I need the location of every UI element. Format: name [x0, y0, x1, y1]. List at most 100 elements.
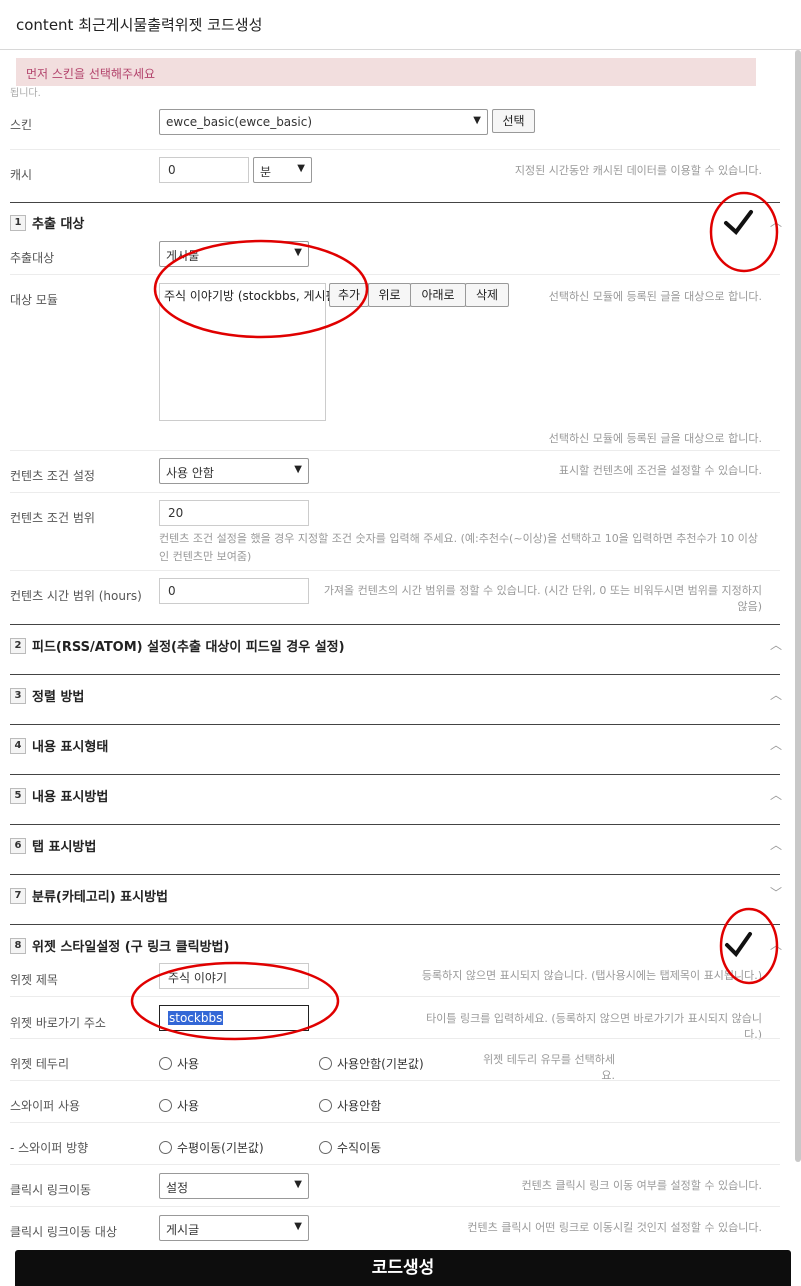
range-help: 컨텐츠 조건 설정을 했을 경우 지정할 조건 숫자를 입력해 주세요. (예:… [159, 532, 758, 563]
section-number: 6 [10, 837, 26, 854]
module-help: 선택하신 모듈에 등록된 글을 대상으로 합니다. [548, 290, 762, 303]
list-item[interactable]: 주식 이야기방 (stockbbs, 게시판) [160, 284, 341, 307]
section-number: 8 [10, 937, 26, 954]
click-target-label: 클릭시 링크이동 대상 [10, 1225, 117, 1239]
page-title: content 최근게시물출력위젯 코드생성 [16, 16, 263, 34]
target-select-value: 게시물 [166, 249, 200, 263]
section-title: 추출 대상 [32, 217, 85, 232]
radio-label: 사용 [177, 1057, 200, 1071]
section-2-header[interactable]: 2 피드(RSS/ATOM) 설정(추출 대상이 피드일 경우 설정) [10, 636, 345, 655]
section-1-header[interactable]: 1 추출 대상 [10, 213, 84, 232]
alert-message: 먼저 스킨을 선택해주세요 [16, 58, 756, 86]
skin-select[interactable]: ewce_basic(ewce_basic) ▼ [159, 109, 488, 135]
chevron-up-icon[interactable]: ︿ [770, 736, 782, 753]
click-link-label: 클릭시 링크이동 [10, 1183, 92, 1197]
swiper-direction-label: - 스와이퍼 방향 [10, 1141, 89, 1155]
swiper-vertical-radio[interactable]: 수직이동 [319, 1139, 381, 1156]
click-link-select[interactable]: 설정 ▼ [159, 1173, 309, 1199]
chevron-up-icon[interactable]: ︿ [770, 936, 782, 953]
radio-label: 사용안함 [337, 1099, 382, 1113]
section-number: 1 [10, 214, 26, 231]
border-help: 위젯 테두리 유무를 선택하세요. [483, 1053, 615, 1082]
section-title: 내용 표시방법 [32, 790, 109, 805]
skin-label: 스킨 [10, 118, 33, 132]
chevron-down-icon: ▼ [297, 163, 305, 174]
range-label: 컨텐츠 조건 범위 [10, 511, 95, 525]
chevron-down-icon[interactable]: ﹀ [770, 884, 782, 901]
section-8-header[interactable]: 8 위젯 스타일설정 (구 링크 클릭방법) [10, 936, 229, 955]
cache-help: 지정된 시간동안 캐시된 데이터를 이용할 수 있습니다. [514, 164, 762, 177]
module-delete-button[interactable]: 삭제 [465, 283, 509, 307]
border-nouse-radio[interactable]: 사용안함(기본값) [319, 1055, 424, 1072]
swiper-nouse-radio[interactable]: 사용안함 [319, 1097, 381, 1114]
swiper-label: 스와이퍼 사용 [10, 1099, 81, 1113]
click-target-select[interactable]: 게시글 ▼ [159, 1215, 309, 1241]
click-link-value: 설정 [166, 1181, 189, 1195]
section-title: 정렬 방법 [32, 690, 85, 705]
widget-title-label: 위젯 제목 [10, 973, 58, 987]
border-label: 위젯 테두리 [10, 1057, 70, 1071]
module-help-secondary: 선택하신 모듈에 등록된 글을 대상으로 합니다. [548, 432, 762, 445]
target-label: 추출대상 [10, 251, 55, 265]
skin-select-button[interactable]: 선택 [492, 109, 535, 133]
widget-title-input[interactable]: 주식 이야기 [159, 963, 309, 989]
range-input[interactable]: 20 [159, 500, 309, 526]
cut-off-text: 됩니다. [10, 88, 41, 99]
section-title: 위젯 스타일설정 (구 링크 클릭방법) [32, 940, 230, 955]
chevron-down-icon: ▼ [473, 115, 481, 126]
section-4-header[interactable]: 4 내용 표시형태 [10, 736, 108, 755]
chevron-up-icon[interactable]: ︿ [770, 213, 782, 230]
section-number: 5 [10, 787, 26, 804]
section-title: 피드(RSS/ATOM) 설정(추출 대상이 피드일 경우 설정) [32, 640, 345, 655]
border-use-radio[interactable]: 사용 [159, 1055, 199, 1072]
annotation-circle [709, 191, 779, 273]
chevron-down-icon: ▼ [294, 1179, 302, 1190]
click-target-value: 게시글 [166, 1223, 200, 1237]
chevron-up-icon[interactable]: ︿ [770, 686, 782, 703]
module-listbox[interactable]: 주식 이야기방 (stockbbs, 게시판) [159, 283, 341, 421]
module-label: 대상 모듈 [10, 293, 58, 307]
skin-select-value: ewce_basic(ewce_basic) [166, 115, 313, 129]
cache-unit-select[interactable]: 분 ▼ [253, 157, 312, 183]
chevron-down-icon: ▼ [294, 1221, 302, 1232]
click-target-help: 컨텐츠 클릭시 어떤 링크로 이동시킬 것인지 설정할 수 있습니다. [467, 1221, 762, 1234]
widget-link-label: 위젯 바로가기 주소 [10, 1016, 106, 1030]
checkmark-icon [724, 210, 753, 235]
widget-title-help: 등록하지 않으면 표시되지 않습니다. (탭사용시에는 탭제목이 표시됩니다.) [421, 969, 762, 982]
radio-label: 사용 [177, 1099, 200, 1113]
radio-label: 수평이동(기본값) [177, 1141, 264, 1155]
section-title: 분류(카테고리) 표시방법 [32, 890, 169, 905]
selected-text: stockbbs [168, 1011, 224, 1025]
widget-link-input[interactable]: stockbbs [159, 1005, 309, 1031]
section-5-header[interactable]: 5 내용 표시방법 [10, 786, 108, 805]
section-number: 2 [10, 637, 26, 654]
scrollbar[interactable] [795, 50, 801, 1162]
section-7-header[interactable]: 7 분류(카테고리) 표시방법 [10, 886, 168, 905]
condition-help: 표시할 컨텐츠에 조건을 설정할 수 있습니다. [558, 464, 762, 477]
module-add-button[interactable]: 추가 [329, 283, 369, 307]
swiper-horizontal-radio[interactable]: 수평이동(기본값) [159, 1139, 264, 1156]
section-number: 7 [10, 887, 26, 904]
time-input[interactable]: 0 [159, 578, 309, 604]
chevron-up-icon[interactable]: ︿ [770, 836, 782, 853]
radio-label: 사용안함(기본값) [337, 1057, 424, 1071]
chevron-up-icon[interactable]: ︿ [770, 786, 782, 803]
condition-label: 컨텐츠 조건 설정 [10, 469, 95, 483]
section-title: 탭 표시방법 [32, 840, 97, 855]
section-3-header[interactable]: 3 정렬 방법 [10, 686, 84, 705]
swiper-use-radio[interactable]: 사용 [159, 1097, 199, 1114]
condition-select-value: 사용 안함 [166, 466, 214, 480]
cache-label: 캐시 [10, 168, 33, 182]
section-number: 3 [10, 687, 26, 704]
section-title: 내용 표시형태 [32, 740, 109, 755]
generate-code-button[interactable]: 코드생성 [15, 1250, 791, 1286]
page-header: content 최근게시물출력위젯 코드생성 [0, 0, 801, 50]
cache-input[interactable]: 0 [159, 157, 249, 183]
target-select[interactable]: 게시물 ▼ [159, 241, 309, 267]
chevron-up-icon[interactable]: ︿ [770, 636, 782, 653]
section-6-header[interactable]: 6 탭 표시방법 [10, 836, 96, 855]
module-up-button[interactable]: 위로 [368, 283, 411, 307]
module-down-button[interactable]: 아래로 [410, 283, 466, 307]
condition-select[interactable]: 사용 안함 ▼ [159, 458, 309, 484]
radio-label: 수직이동 [337, 1141, 382, 1155]
